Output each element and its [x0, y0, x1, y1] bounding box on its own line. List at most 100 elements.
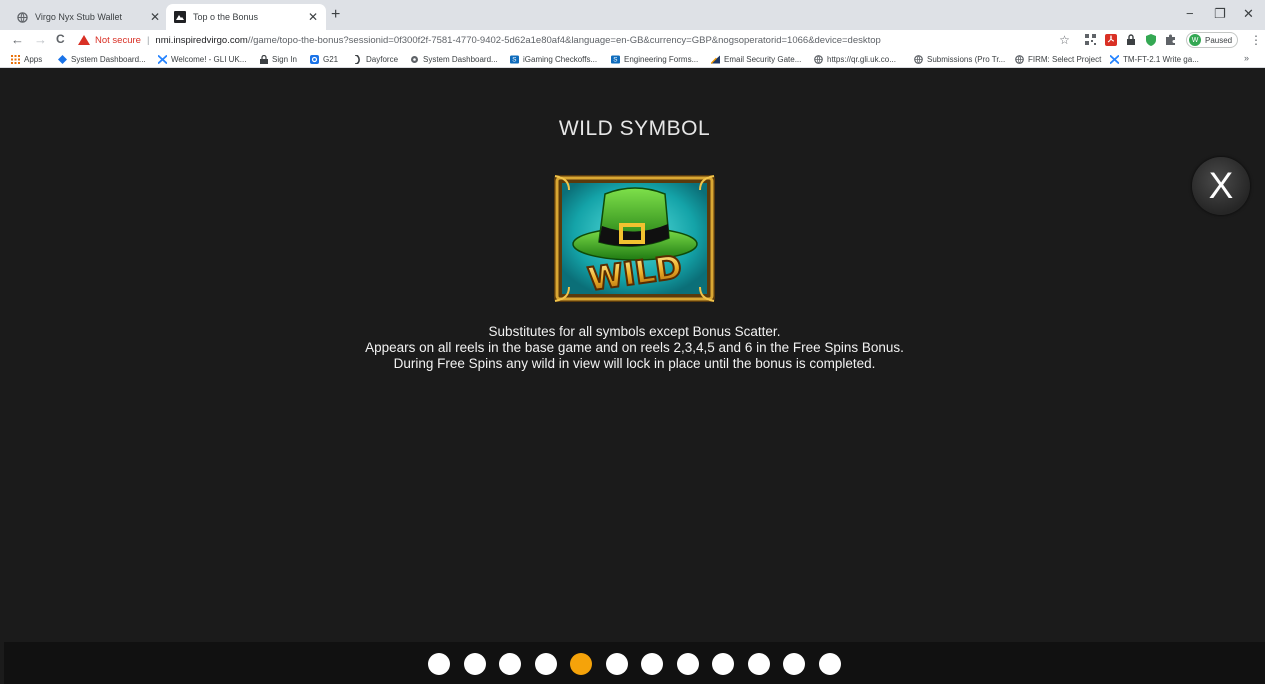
sharepoint-icon: S	[611, 54, 620, 64]
tab-close-icon[interactable]: ✕	[308, 10, 318, 24]
page-title: WILD SYMBOL	[558, 117, 711, 140]
lock-extension-icon[interactable]	[1124, 33, 1137, 46]
jira-icon	[1110, 54, 1119, 64]
globe-icon	[914, 54, 923, 64]
bookmark-label: Submissions (Pro Tr...	[927, 54, 1006, 64]
game-help-panel: WILD SYMBOL X WILD Substitutes for all s…	[4, 68, 1265, 642]
browser-toolbar: ← → C Not secure | nmi.inspiredvirgo.com…	[0, 30, 1265, 50]
tab-close-icon[interactable]: ✕	[150, 10, 160, 24]
bookmark-email-security-gateway[interactable]: Email Security Gate...	[711, 52, 801, 66]
url-host: nmi.inspiredvirgo.com	[155, 34, 248, 46]
bookmark-engineering-forms[interactable]: S Engineering Forms...	[611, 52, 698, 66]
bookmark-label: Engineering Forms...	[624, 54, 699, 64]
close-button[interactable]: X	[1192, 157, 1250, 215]
wild-symbol-image: WILD	[554, 175, 715, 302]
bookmark-firm-select-project[interactable]: FIRM: Select Project	[1015, 52, 1101, 66]
bookmark-submissions[interactable]: Submissions (Pro Tr...	[914, 52, 1005, 66]
globe-icon	[814, 54, 823, 64]
bookmark-tm-ft[interactable]: TM-FT-2.1 Write ga...	[1110, 52, 1199, 66]
diamond-icon	[58, 54, 67, 64]
warning-icon[interactable]	[78, 35, 90, 45]
description: Substitutes for all symbols except Bonus…	[4, 324, 1265, 372]
bookmark-welcome-gli[interactable]: Welcome! - GLI UK...	[158, 52, 246, 66]
svg-text:S: S	[613, 56, 617, 63]
pdf-extension-icon[interactable]	[1104, 33, 1117, 46]
bookmark-system-dashboard[interactable]: System Dashboard...	[58, 52, 146, 66]
bookmark-igaming-checkoffs[interactable]: S iGaming Checkoffs...	[510, 52, 597, 66]
page-dot[interactable]	[499, 653, 521, 675]
url-path: //game/topo-the-bonus?sessionid=0f300f2f…	[247, 34, 881, 46]
bookmark-dayforce[interactable]: Dayforce	[353, 52, 398, 66]
page-dot[interactable]	[605, 653, 628, 675]
extensions-puzzle-icon[interactable]	[1164, 33, 1177, 46]
page-dot-current[interactable]	[570, 653, 592, 675]
bookmark-qr-gli[interactable]: https://qr.gli.uk.co...	[814, 52, 896, 66]
tab-title: Top o the Bonus	[193, 12, 259, 22]
sharepoint-icon: S	[510, 54, 519, 64]
bookmarks-overflow-button[interactable]: »	[1244, 53, 1249, 63]
page-dot[interactable]	[641, 653, 663, 675]
page-dot[interactable]	[783, 653, 805, 675]
svg-text:S: S	[512, 56, 516, 63]
tab-top-o-the-bonus[interactable]: Top o the Bonus ✕	[166, 4, 326, 30]
page-dot[interactable]	[712, 653, 734, 675]
game-favicon-icon	[174, 11, 186, 23]
gear-icon	[410, 55, 419, 64]
bookmark-system-dashboard-2[interactable]: System Dashboard...	[410, 52, 498, 66]
bookmark-label: https://qr.gli.uk.co...	[827, 54, 896, 64]
bookmark-label: System Dashboard...	[423, 54, 498, 64]
bookmark-star-icon[interactable]: ☆	[1058, 33, 1071, 47]
bookmark-apps[interactable]: Apps	[11, 52, 42, 66]
restore-button[interactable]: ❐	[1214, 6, 1226, 22]
page-dot[interactable]	[747, 653, 770, 675]
description-line: Appears on all reels in the base game an…	[365, 340, 904, 355]
g21-icon	[310, 54, 319, 64]
close-icon: X	[1208, 165, 1234, 206]
jira-icon	[158, 54, 167, 64]
bookmark-label: System Dashboard...	[71, 54, 146, 64]
new-tab-button[interactable]: +	[331, 6, 340, 24]
bookmark-label: G21	[323, 54, 339, 64]
reload-button[interactable]: C	[56, 32, 65, 46]
bookmark-label: TM-FT-2.1 Write ga...	[1123, 54, 1199, 64]
bookmark-label: Sign In	[272, 54, 297, 64]
url-separator: |	[146, 34, 150, 46]
page-dot[interactable]	[676, 653, 699, 675]
description-line: During Free Spins any wild in view will …	[393, 356, 876, 371]
globe-icon	[16, 11, 28, 23]
bookmark-label: Dayforce	[366, 54, 399, 64]
bookmark-label: Welcome! - GLI UK...	[171, 54, 247, 64]
shield-extension-icon[interactable]	[1144, 33, 1157, 46]
bookmark-label: FIRM: Select Project	[1028, 54, 1102, 64]
email-security-icon	[711, 54, 720, 64]
profile-button[interactable]: W Paused	[1186, 32, 1238, 48]
window-close-button[interactable]: ✕	[1243, 6, 1254, 22]
bookmark-g21[interactable]: G21	[310, 52, 338, 66]
lock-icon	[259, 54, 268, 64]
tab-strip: Virgo Nyx Stub Wallet ✕ Top o the Bonus …	[0, 0, 1265, 30]
qr-extension-icon[interactable]	[1084, 33, 1097, 46]
bookmark-label: iGaming Checkoffs...	[523, 54, 598, 64]
browser-menu-icon[interactable]: ⋮	[1250, 33, 1262, 47]
bookmark-label: Apps	[24, 54, 43, 64]
back-button[interactable]: ←	[11, 32, 24, 47]
address-bar[interactable]: Not secure | nmi.inspiredvirgo.com //gam…	[78, 31, 1078, 49]
description-line: Substitutes for all symbols except Bonus…	[488, 324, 781, 339]
minimize-button[interactable]: −	[1186, 6, 1194, 21]
dayforce-icon	[353, 54, 362, 64]
page-dot[interactable]	[428, 653, 450, 675]
page-dot[interactable]	[534, 653, 557, 675]
tab-virgo-nyx-stub-wallet[interactable]: Virgo Nyx Stub Wallet ✕	[8, 4, 168, 30]
bookmarks-bar: Apps System Dashboard... Welcome! - GLI …	[0, 50, 1265, 68]
bookmark-sign-in[interactable]: Sign In	[259, 52, 297, 66]
page-dot[interactable]	[818, 653, 841, 675]
forward-button[interactable]: →	[34, 32, 47, 47]
avatar: W	[1189, 34, 1201, 46]
profile-status: Paused	[1205, 35, 1233, 45]
not-secure-label[interactable]: Not secure	[95, 35, 141, 46]
globe-icon	[1015, 54, 1024, 64]
bookmark-label: Email Security Gate...	[724, 54, 802, 64]
page-indicator	[4, 642, 1265, 684]
tab-title: Virgo Nyx Stub Wallet	[35, 12, 123, 22]
page-dot[interactable]	[463, 653, 486, 675]
